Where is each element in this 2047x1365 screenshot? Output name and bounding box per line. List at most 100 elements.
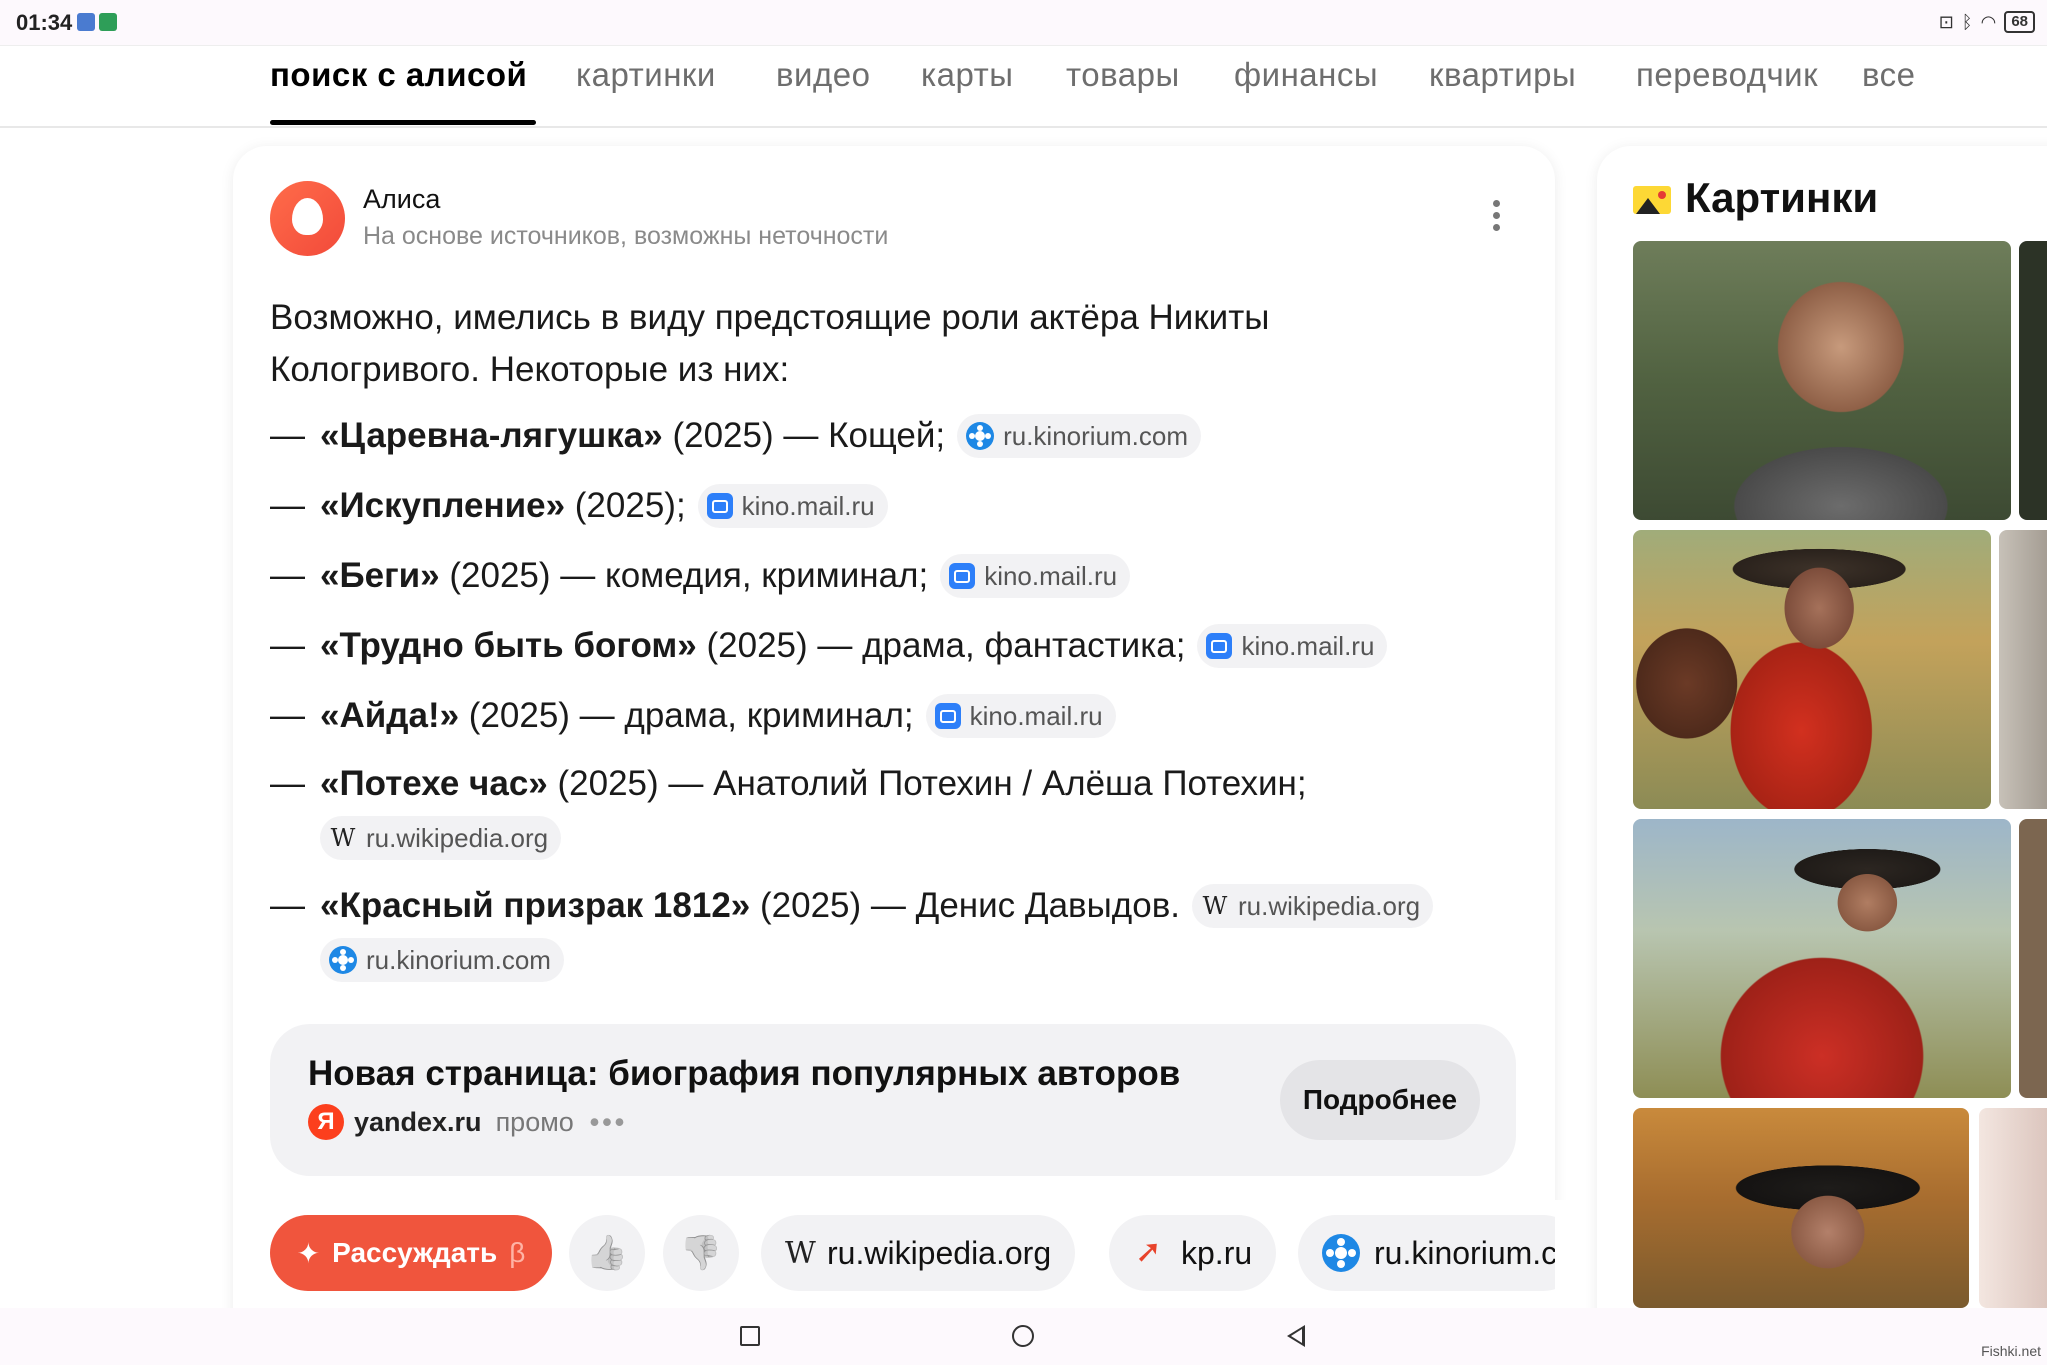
list-dash: — — [270, 486, 305, 525]
promo-source: Я yandex.ru промо ••• — [308, 1104, 627, 1140]
film-title: «Айда!» — [320, 696, 460, 735]
list-dash: — — [270, 416, 305, 455]
list-dash: — — [270, 556, 305, 595]
film-details: (2025); — [565, 486, 686, 525]
source-pill-kp[interactable]: kp.ru — [1109, 1215, 1277, 1291]
kino-mail-icon — [706, 493, 733, 519]
home-button[interactable] — [1005, 1318, 1041, 1354]
image-thumbnail[interactable] — [1979, 1108, 2047, 1308]
screen: 01:34 ⊡ ᛒ ◠ 68 поиск с алисой картинки в… — [0, 0, 2047, 1365]
source-chip[interactable]: kino.mail.ru — [697, 484, 888, 528]
source-chip[interactable]: kino.mail.ru — [1197, 624, 1388, 668]
image-thumbnail[interactable] — [1633, 241, 2011, 520]
promo-domain: yandex.ru — [354, 1106, 482, 1137]
source-chip[interactable]: kino.mail.ru — [940, 554, 1131, 598]
tab-video[interactable]: видео — [776, 56, 870, 94]
promo-tag: промо — [495, 1106, 574, 1137]
images-panel-title[interactable]: Картинки — [1685, 174, 1878, 222]
wifi-icon: ◠ — [1980, 11, 1997, 32]
image-thumbnail[interactable] — [1633, 1108, 1969, 1308]
tab-finance[interactable]: финансы — [1234, 56, 1378, 94]
list-item: — «Царевна-лягушка» (2025) — Кощей; ru.k… — [270, 414, 1202, 458]
status-icons: ⊡ ᛒ ◠ 68 — [1939, 11, 2035, 33]
source-chip[interactable]: ru.kinorium.com — [320, 938, 564, 982]
images-icon — [1633, 186, 1671, 214]
list-item: — «Айда!» (2025) — драма, криминал; kino… — [270, 694, 1116, 738]
film-title: «Красный призрак 1812» — [320, 886, 751, 925]
list-item: — «Потехе час» (2025) — Анатолий Потехин… — [270, 764, 1307, 804]
kino-mail-icon — [1206, 633, 1233, 659]
source-domain: kp.ru — [1181, 1234, 1253, 1271]
film-details: (2025) — комедия, криминал; — [439, 556, 929, 595]
list-item: — «Беги» (2025) — комедия, криминал; kin… — [270, 554, 1131, 598]
source-domain: kino.mail.ru — [741, 490, 875, 521]
answer-intro: Возможно, имелись в виду предстоящие рол… — [270, 298, 1270, 389]
source-chip[interactable]: Wru.wikipedia.org — [1192, 884, 1434, 928]
thumbs-down-icon: 👎 — [679, 1234, 723, 1272]
tab-all[interactable]: все — [1862, 56, 1916, 94]
source-domain: ru.kinorium.com — [366, 944, 551, 975]
promo-menu-icon[interactable]: ••• — [590, 1107, 627, 1138]
thumbs-up-icon: 👍 — [585, 1234, 629, 1272]
film-details: (2025) — драма, фантастика; — [696, 626, 1186, 665]
film-details: (2025) — Кощей; — [662, 416, 946, 455]
dislike-button[interactable]: 👎 — [663, 1215, 739, 1291]
square-icon — [740, 1326, 760, 1346]
tab-images[interactable]: картинки — [576, 56, 716, 94]
film-details: (2025) — драма, криминал; — [459, 696, 914, 735]
list-dash: — — [270, 626, 305, 665]
status-bar: 01:34 ⊡ ᛒ ◠ 68 — [0, 0, 2047, 46]
kino-mail-icon — [949, 563, 976, 589]
image-thumbnail[interactable] — [1633, 819, 2011, 1098]
list-item: — «Красный призрак 1812» (2025) — Денис … — [270, 884, 1434, 928]
source-chip[interactable]: ru.kinorium.com — [957, 414, 1202, 458]
film-title: «Искупление» — [320, 486, 566, 525]
wikipedia-icon: W — [785, 1235, 816, 1271]
source-chip[interactable]: kino.mail.ru — [925, 694, 1116, 738]
source-chip[interactable]: Wru.wikipedia.org — [320, 816, 562, 860]
reason-label: Рассуждать — [332, 1237, 498, 1268]
source-pill-kinorium[interactable]: ru.kinorium.c — [1298, 1215, 1582, 1291]
source-pill-wikipedia[interactable]: Wru.wikipedia.org — [761, 1215, 1076, 1291]
bluetooth-icon: ᛒ — [1961, 11, 1973, 32]
card-clip — [1555, 1200, 1595, 1310]
tab-alice-search[interactable]: поиск с алисой — [270, 56, 527, 94]
battery-indicator: 68 — [2004, 11, 2035, 33]
navigation-bar: Fishki.net — [0, 1308, 2047, 1365]
film-title: «Потехе час» — [320, 764, 548, 803]
back-button[interactable] — [1278, 1318, 1314, 1354]
tab-translator[interactable]: переводчик — [1636, 56, 1818, 94]
notification-app-icon — [99, 13, 117, 31]
wikipedia-icon: W — [1202, 892, 1228, 920]
like-button[interactable]: 👍 — [569, 1215, 645, 1291]
kinorium-icon — [1322, 1234, 1360, 1272]
back-triangle-icon — [1287, 1325, 1305, 1347]
reason-button[interactable]: ✦ Рассуждать β — [270, 1215, 552, 1291]
alice-logo-icon — [270, 181, 345, 256]
tab-apartments[interactable]: квартиры — [1429, 56, 1576, 94]
tab-products[interactable]: товары — [1066, 56, 1180, 94]
image-thumbnail[interactable] — [1633, 530, 1991, 809]
answer-author: Алиса — [363, 184, 441, 214]
kp-icon — [1133, 1232, 1167, 1270]
watermark: Fishki.net — [1981, 1343, 2041, 1359]
source-domain: ru.wikipedia.org — [1238, 890, 1421, 921]
tab-maps[interactable]: карты — [921, 56, 1013, 94]
status-time: 01:34 — [16, 10, 73, 35]
film-details: (2025) — Денис Давыдов. — [750, 886, 1181, 925]
source-domain: kino.mail.ru — [984, 560, 1118, 591]
image-thumbnail[interactable] — [1999, 530, 2047, 809]
promo-more-button[interactable]: Подробнее — [1280, 1060, 1480, 1140]
notification-app-icon — [77, 13, 95, 31]
source-domain: kino.mail.ru — [1241, 630, 1375, 661]
source-domain: ru.kinorium.c — [1374, 1234, 1558, 1271]
more-options-icon[interactable] — [1490, 200, 1502, 240]
film-title: «Беги» — [320, 556, 440, 595]
image-thumbnail[interactable] — [2019, 241, 2047, 520]
recents-button[interactable] — [732, 1318, 768, 1354]
kino-mail-icon — [934, 703, 961, 729]
image-thumbnail[interactable] — [2019, 819, 2047, 1098]
promo-banner[interactable]: Новая страница: биография популярных авт… — [270, 1024, 1516, 1176]
beta-badge: β — [509, 1237, 526, 1268]
cast-icon: ⊡ — [1938, 11, 1954, 32]
